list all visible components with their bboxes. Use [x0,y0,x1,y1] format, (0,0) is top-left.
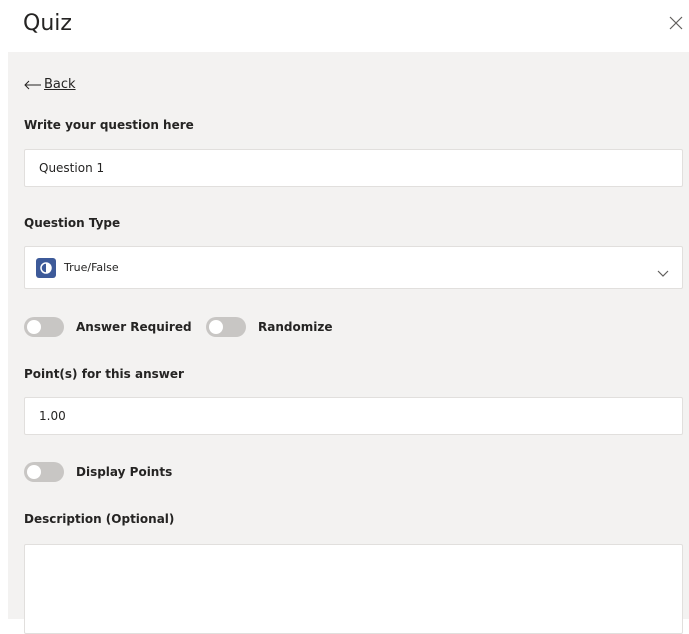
question-type-value: True/False [64,261,119,274]
true-false-icon [36,257,56,278]
question-type-dropdown[interactable]: True/False [24,246,683,289]
randomize-label: Randomize [258,320,333,334]
question-label: Write your question here [24,118,194,132]
back-label: Back [44,77,76,92]
answer-required-toggle[interactable] [24,317,64,337]
display-points-label: Display Points [76,465,173,479]
dialog-header: Quiz [0,0,689,52]
randomize-row: Randomize [206,317,332,337]
description-label: Description (Optional) [24,512,175,526]
arrow-left-icon [24,80,42,90]
display-points-row: Display Points [24,462,172,482]
question-type-label: Question Type [24,216,121,230]
answer-required-label: Answer Required [76,320,192,334]
quiz-form-panel: Back Write your question here Question 1… [8,52,689,634]
dialog-title: Quiz [23,11,72,36]
close-icon[interactable] [668,15,684,31]
display-points-toggle[interactable] [24,462,64,482]
points-input[interactable]: 1.00 [24,397,683,435]
points-label: Point(s) for this answer [24,367,184,381]
description-textarea[interactable] [24,544,683,634]
randomize-toggle[interactable] [206,317,246,337]
question-input[interactable]: Question 1 [24,149,683,187]
chevron-down-icon [657,263,669,282]
answer-required-row: Answer Required [24,317,192,337]
back-link[interactable]: Back [24,77,76,92]
